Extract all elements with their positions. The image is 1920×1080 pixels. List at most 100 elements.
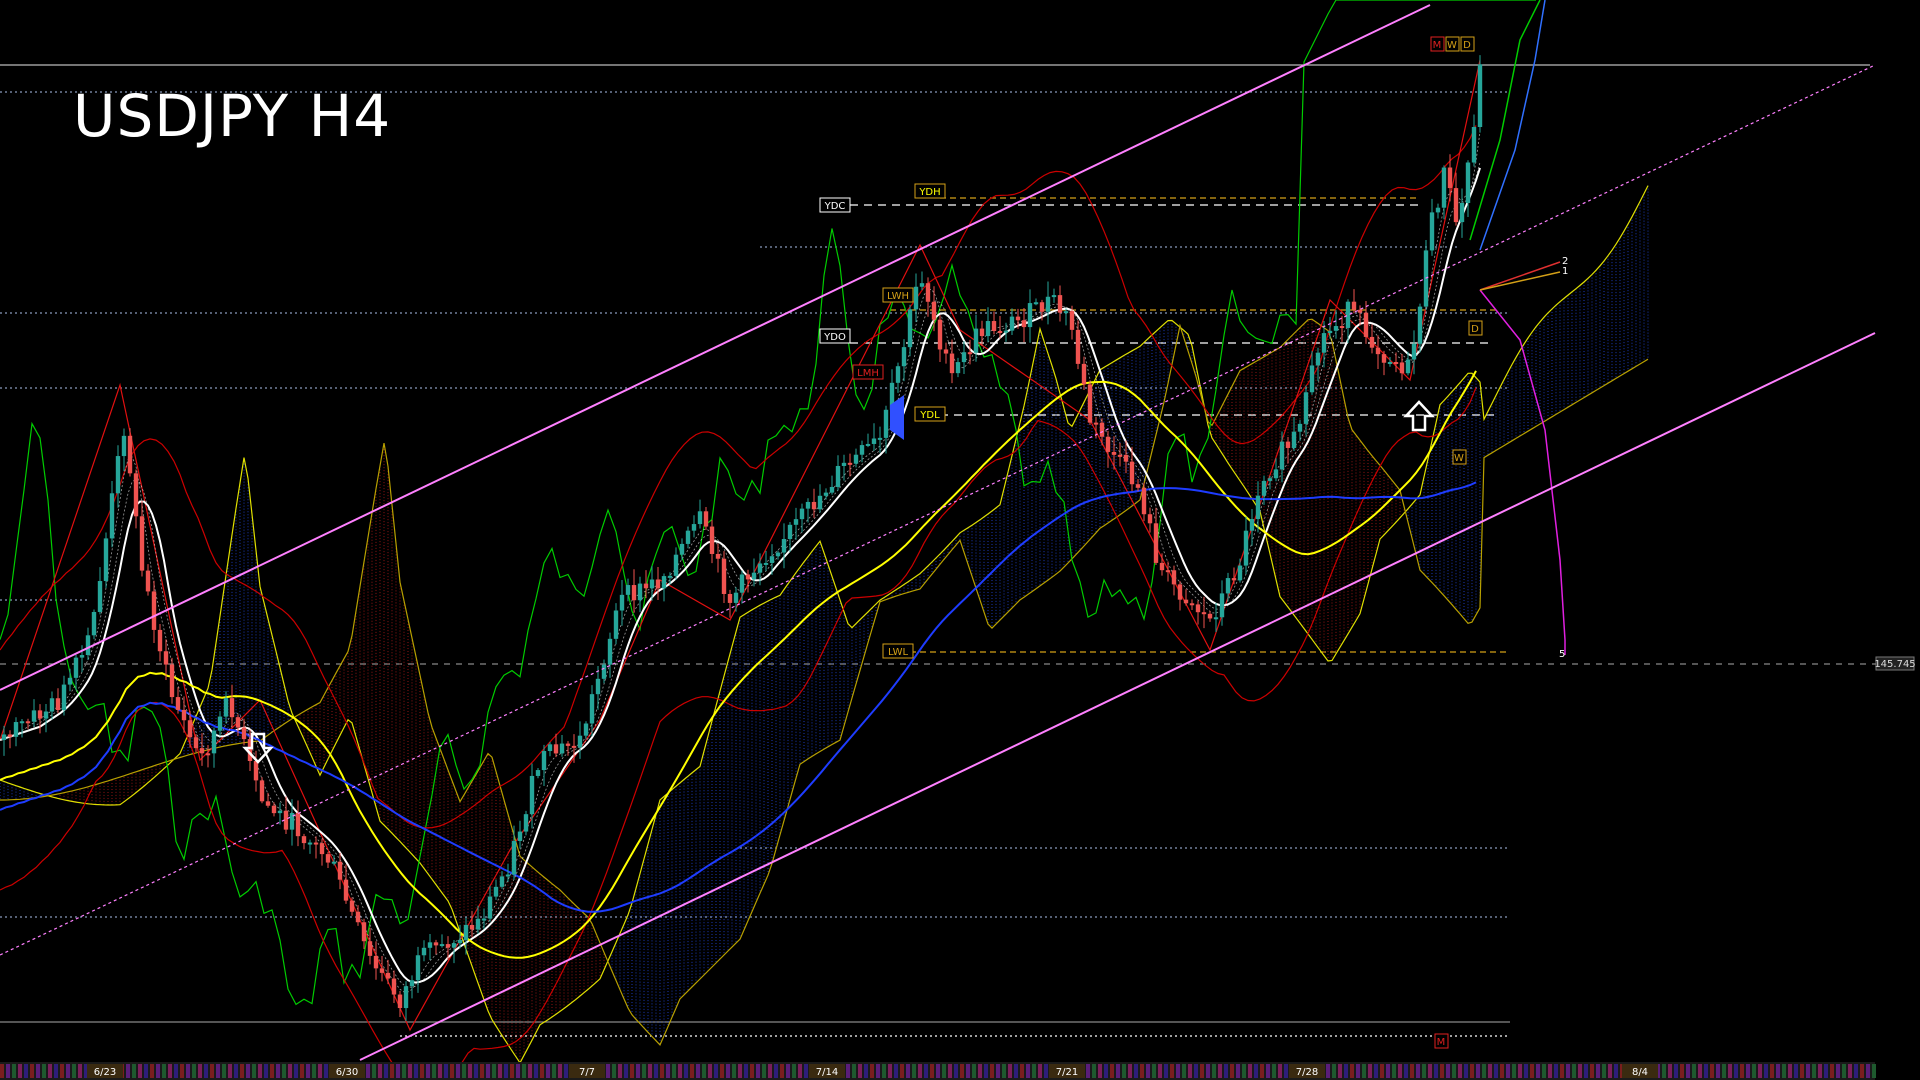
- candle-body: [301, 836, 307, 844]
- candle-body: [697, 511, 703, 525]
- time-bar-segment: [66, 1064, 70, 1078]
- time-bar-segment: [1374, 1064, 1378, 1078]
- time-bar-segment: [1590, 1064, 1594, 1078]
- candle-body: [451, 943, 457, 948]
- candle-body: [1351, 301, 1357, 310]
- time-bar-segment: [456, 1064, 460, 1078]
- candle-body: [1477, 64, 1483, 128]
- time-bar-segment: [966, 1064, 970, 1078]
- candle-body: [907, 309, 913, 348]
- time-bar-segment: [1548, 1064, 1552, 1078]
- time-bar-segment: [1758, 1064, 1762, 1078]
- time-bar-segment: [1134, 1064, 1138, 1078]
- candle-body: [85, 635, 91, 656]
- candle-body: [1291, 431, 1297, 448]
- candle-body: [649, 579, 655, 589]
- time-bar-segment: [54, 1064, 58, 1078]
- time-bar-segment: [420, 1064, 424, 1078]
- time-bar-segment: [750, 1064, 754, 1078]
- candle-body: [1375, 347, 1381, 355]
- time-bar-segment: [888, 1064, 892, 1078]
- candle-body: [211, 730, 217, 754]
- time-bar-segment: [1506, 1064, 1510, 1078]
- time-bar-segment: [252, 1064, 256, 1078]
- candle-body: [1219, 593, 1225, 618]
- candle-body: [1111, 451, 1117, 455]
- time-bar-segment: [1098, 1064, 1102, 1078]
- time-bar-segment: [480, 1064, 484, 1078]
- candle-body: [661, 576, 667, 589]
- time-bar-segment: [774, 1064, 778, 1078]
- candle-body: [859, 445, 865, 455]
- time-bar-segment: [990, 1064, 994, 1078]
- time-bar-segment: [510, 1064, 514, 1078]
- time-bar-segment: [1110, 1064, 1114, 1078]
- candle-body: [25, 721, 31, 724]
- time-bar-segment: [660, 1064, 664, 1078]
- time-bar-segment: [636, 1064, 640, 1078]
- candle-body: [121, 435, 127, 457]
- time-bar-segment: [900, 1064, 904, 1078]
- candle-body: [973, 328, 979, 353]
- time-bar-segment: [528, 1064, 532, 1078]
- candle-body: [1369, 336, 1375, 348]
- candle-body: [865, 443, 871, 446]
- candle-body: [295, 813, 301, 837]
- time-bar-segment: [1794, 1064, 1798, 1078]
- time-bar-segment: [738, 1064, 742, 1078]
- time-bar-segment: [708, 1064, 712, 1078]
- candle-body: [901, 347, 907, 367]
- candle-body: [943, 349, 949, 354]
- time-bar-segment: [1458, 1064, 1462, 1078]
- price-chart[interactable]: YDCYDHYDOYDLLWHLMHLWLM W DDWM215145.745 6/…: [0, 0, 1920, 1080]
- candle-body: [679, 543, 685, 555]
- time-bar-segment: [1092, 1064, 1096, 1078]
- candle-body: [1249, 519, 1255, 531]
- time-bar-segment: [1212, 1064, 1216, 1078]
- candle-body: [1003, 330, 1009, 333]
- candle-body: [229, 698, 235, 718]
- candle-body: [1, 734, 7, 740]
- time-bar-segment: [174, 1064, 178, 1078]
- candle-body: [139, 516, 145, 571]
- candle-body: [265, 801, 271, 806]
- senkou-span-a: [0, 185, 1649, 1064]
- time-bar-segment: [876, 1064, 880, 1078]
- time-bar-segment: [1680, 1064, 1684, 1078]
- time-bar-segment: [906, 1064, 910, 1078]
- candle-body: [61, 684, 67, 711]
- time-bar-segment: [1818, 1064, 1822, 1078]
- time-bar-segment: [294, 1064, 298, 1078]
- time-bar-segment: [1452, 1064, 1456, 1078]
- time-bar-segment: [228, 1064, 232, 1078]
- time-bar-segment: [1260, 1064, 1264, 1078]
- candle-body: [709, 526, 715, 554]
- candle-body: [43, 711, 49, 719]
- time-bar-segment: [1500, 1064, 1504, 1078]
- time-bar-segment: [1662, 1064, 1666, 1078]
- time-bar-segment: [1668, 1064, 1672, 1078]
- candle-body: [559, 743, 565, 754]
- time-bar-segment: [1494, 1064, 1498, 1078]
- time-bar-segment: [126, 1064, 130, 1078]
- candle-body: [475, 918, 481, 930]
- time-bar-segment: [648, 1064, 652, 1078]
- candle-body: [673, 554, 679, 576]
- time-bar-segment: [0, 1064, 4, 1078]
- candle-body: [55, 698, 61, 711]
- time-bar-segment: [1380, 1064, 1384, 1078]
- overlay-markers: YDCYDHYDOYDLLWHLMHLWLM W DDWM215145.745: [0, 4, 1916, 1061]
- candle-body: [1231, 578, 1237, 581]
- candle-body: [1411, 343, 1417, 360]
- candle-body: [235, 717, 241, 728]
- candle-body: [541, 751, 547, 771]
- time-bar-segment: [1230, 1064, 1234, 1078]
- projection-2-line: [1479, 261, 1561, 291]
- candle-body: [1099, 422, 1105, 437]
- candle-body: [253, 761, 259, 781]
- candle-body: [931, 301, 937, 320]
- time-bar-segment: [1278, 1064, 1282, 1078]
- candle-body: [1195, 604, 1201, 613]
- time-bar-segment: [852, 1064, 856, 1078]
- candle-body: [1399, 362, 1405, 374]
